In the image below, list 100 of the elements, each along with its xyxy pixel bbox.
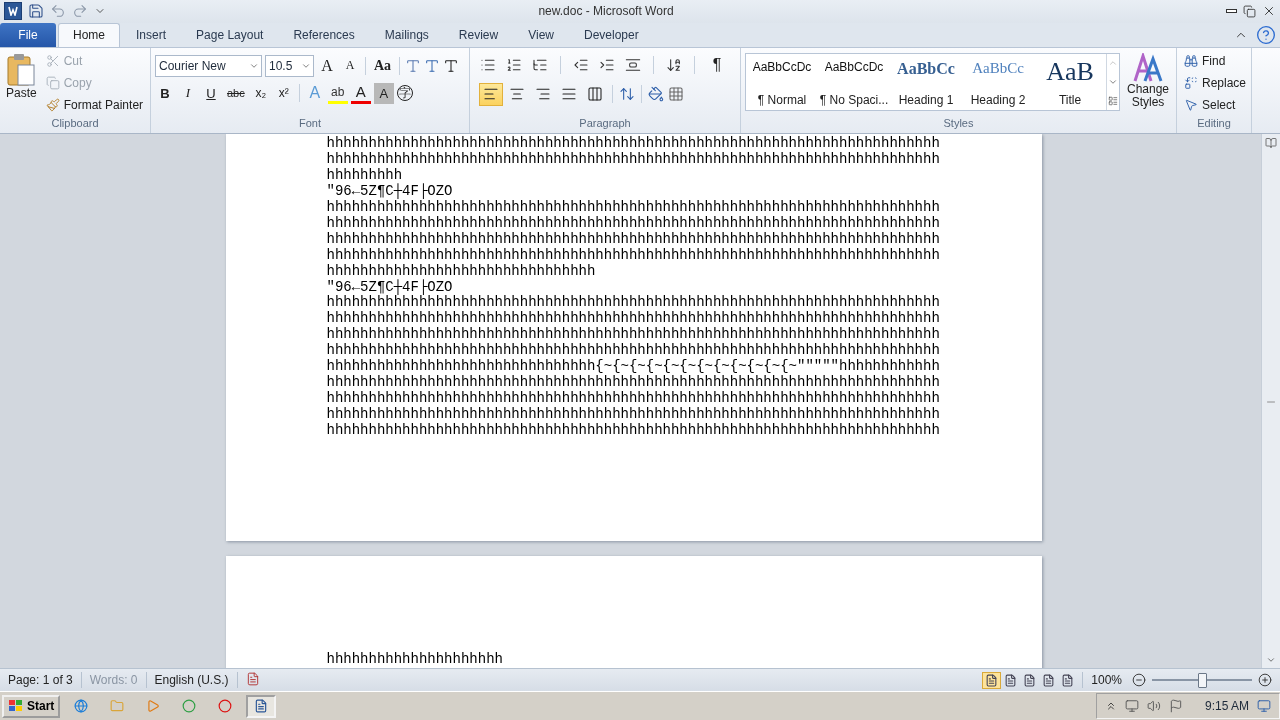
- text-line: hhhhhhhhhhhhhhhhhhhhhhhhhhhhhhhhhhhhhhhhhhhhhhhhhhhhhhhhhhhhhhhhhhhhhhhhh: [326, 200, 940, 216]
- vertical-scrollbar[interactable]: [1261, 134, 1280, 669]
- help-icon: [1256, 24, 1276, 45]
- text-line: hhhhhhhhhhhhhhhhhhhhhhhhhhhhhhhhhhhhhhhhhhhhhhhhhhhhhhhhhhhhhhhhhhhhhhhhh: [326, 406, 940, 423]
- find-button[interactable]: Find: [1181, 50, 1250, 72]
- text-line: hhhhhhhhhhhhhhhhhhhhhhhhhhhhhhhh: [326, 263, 596, 279]
- format-painter-button[interactable]: Format Painter: [42, 94, 147, 116]
- select-button[interactable]: Select: [1181, 94, 1250, 116]
- ribbon-tab[interactable]: Page Layout: [182, 22, 278, 47]
- ribbon-tab[interactable]: View: [514, 22, 568, 47]
- style-item[interactable]: AaBbCc Heading 1: [890, 53, 962, 110]
- font-color-button[interactable]: A: [350, 82, 371, 104]
- style-item[interactable]: AaBbCcDc ¶ Normal: [746, 53, 818, 110]
- style-item[interactable]: AaBbCcDc ¶ No Spaci...: [818, 53, 890, 110]
- more-styles-icon: [1108, 95, 1118, 106]
- text-line: hhhhhhhhhhhhhhhhhhhhhhhhhhhhhhhhhhhhhhhhhhhhhhhhhhhhhhhhhhhhhhhhhhhhhhhhh: [326, 247, 940, 264]
- line-spacing-icon: [619, 86, 635, 103]
- style-preview: AaBbCcDc: [752, 59, 812, 74]
- font-size-field[interactable]: 10.5: [265, 54, 314, 77]
- font-name-field[interactable]: Courier New: [155, 54, 262, 77]
- ribbon-tab[interactable]: Review: [444, 22, 513, 47]
- ribbon-tab[interactable]: Developer: [569, 22, 653, 47]
- grow-font-button[interactable]: A: [317, 55, 337, 77]
- text-line: hhhhhhhhhhhhhhhhhhhhhhhhhhhhhhhhhhhhhhhhhhhhhhhhhhhhhhhhhhhhhhhhhhhhhhhhh: [326, 343, 940, 359]
- text-line: hhhhhhhhhhhhhhhhhhhhhhhhhhhhhhhhhhhhhhhhhhhhhhhhhhhhhhhhhhhhhhhhhhhhhhhhh: [326, 136, 940, 152]
- copy-icon: [45, 76, 60, 91]
- sort-icon: [666, 57, 682, 74]
- style-preview: AaBbCc: [897, 59, 955, 78]
- style-name: Heading 1: [898, 92, 954, 107]
- text-line: hhhhhhhhhhhhhhhhhhhhhhhhhhhhhhhhhhhhhhhhhhhhhhhhhhhhhhhhhhhhhhhhhhhhhhhhh: [326, 390, 940, 407]
- clipboard-icon: [6, 52, 37, 87]
- underline-button[interactable]: U: [201, 82, 221, 104]
- show-desktop-icon: [1257, 699, 1271, 714]
- view-button[interactable]: [983, 672, 1001, 688]
- paste-button[interactable]: Paste: [4, 50, 39, 118]
- restore-icon: [1243, 4, 1256, 18]
- network-icon: [1124, 699, 1139, 714]
- numbering-icon: [506, 57, 522, 74]
- ribbon-tab[interactable]: Mailings: [370, 22, 443, 47]
- ribbon-tab[interactable]: References: [279, 22, 369, 47]
- page-view-icon: [1004, 673, 1018, 687]
- text-line: hhhhhhhhhhhhhhhhhhhhhhhhhhhhhhhhhhhhhhhhhhhhhhhhhhhhhhhhhhhhhhhhhhhhhhhhh: [326, 327, 940, 343]
- subscript-button[interactable]: x₂: [250, 82, 271, 104]
- style-name: ¶ Normal: [757, 92, 807, 107]
- start-button[interactable]: Start: [2, 694, 61, 718]
- text-line: hhhhhhhhhhhhhhhhhhhhhhhhhhhhhhhhhhhhhhhhhhhhhhhhhhhhhhhhhhhhhhhhhhhhhhhhh: [326, 311, 940, 327]
- ribbon-tab[interactable]: Insert: [122, 22, 181, 47]
- replace-icon: [1184, 76, 1198, 91]
- zoom-in-icon: [1258, 673, 1272, 688]
- change-styles-button[interactable]: Change Styles: [1124, 50, 1172, 118]
- text-line: hhhhhhhhhhhhhhhhhhhhhhhhhhhhhhhhhhhhhhhhhhhhhhhhhhhhhhhhhhhhhhhhhhhhhhhhh: [326, 422, 940, 439]
- text-line: hhhhhhhhhhhhhhhhhhhhhhhhhhhhhhhhhhhhhhhhhhhhhhhhhhhhhhhhhhhhhhhhhhhhhhhhh: [326, 152, 940, 168]
- binoculars-icon: [1184, 54, 1198, 69]
- taskbar-app-button[interactable]: [246, 694, 277, 718]
- ribbon-tab[interactable]: Home: [58, 22, 120, 47]
- group-label: Styles: [942, 117, 975, 132]
- style-item[interactable]: AaB Title: [1034, 53, 1106, 110]
- minimize-icon[interactable]: [1226, 9, 1237, 14]
- group-label: Font: [298, 117, 322, 132]
- text-line: "96←5Z¶C┼4F├OZO: [326, 279, 453, 296]
- style-preview: AaBbCc: [972, 59, 1024, 77]
- strikethrough-button[interactable]: abc: [224, 82, 248, 104]
- character-shading-button[interactable]: A: [373, 82, 394, 104]
- page-count[interactable]: Page: 1 of 3: [0, 672, 82, 689]
- style-name: Title: [1058, 92, 1082, 107]
- borders-icon: [668, 86, 684, 103]
- page-view-icon: [1061, 673, 1075, 687]
- undo-icon: [50, 3, 66, 20]
- highlight-button[interactable]: ab: [327, 82, 348, 104]
- page-view-icon: [985, 673, 999, 687]
- style-name: ¶ No Spaci...: [819, 92, 889, 107]
- zoom-out-icon: [1132, 673, 1146, 688]
- text-line: hhhhhhhhhhhhhhhhhhhhhhhhhhhhhhhh{~{~{~{~{~{~{~{~{~{~{~{~"""""hhhhhhhhhhhh: [326, 359, 940, 375]
- replace-button[interactable]: Replace: [1181, 72, 1250, 94]
- font-name-value: Courier New: [159, 58, 226, 73]
- style-name: Heading 2: [970, 92, 1026, 107]
- zoom-level[interactable]: 100%: [1082, 672, 1130, 689]
- volume-icon: [1146, 699, 1161, 714]
- word-icon: [254, 698, 269, 715]
- media-player-icon: [146, 698, 161, 715]
- change-case-button[interactable]: Aa: [371, 55, 395, 77]
- text-line: "96←5Z¶C┼4F├OZO: [326, 184, 453, 200]
- pointer-icon: [1184, 98, 1198, 113]
- file-tab[interactable]: File: [0, 22, 56, 47]
- style-preview: AaB: [1046, 59, 1094, 84]
- text-line: hhhhhhhhhhhhhhhhhhhhhhhhhhhhhhhhhhhhhhhhhhhhhhhhhhhhhhhhhhhhhhhhhhhhhhhhh: [326, 374, 940, 391]
- zoom-slider-thumb[interactable]: [1198, 672, 1207, 688]
- page-view-icon: [1042, 673, 1056, 687]
- scissors-icon: [45, 54, 60, 69]
- show-formatting-button[interactable]: ¶: [707, 54, 727, 76]
- windows-logo-icon: [8, 699, 24, 714]
- align-button[interactable]: [480, 83, 502, 105]
- shrink-font-button[interactable]: A: [340, 55, 360, 77]
- save-icon: [28, 3, 44, 20]
- language-indicator[interactable]: English (U.S.): [146, 672, 238, 689]
- word-logo-icon[interactable]: [4, 2, 22, 21]
- bold-button[interactable]: B: [155, 82, 175, 104]
- italic-button[interactable]: I: [178, 82, 198, 104]
- style-item[interactable]: AaBbCc Heading 2: [962, 53, 1034, 110]
- superscript-button[interactable]: x²: [273, 82, 294, 104]
